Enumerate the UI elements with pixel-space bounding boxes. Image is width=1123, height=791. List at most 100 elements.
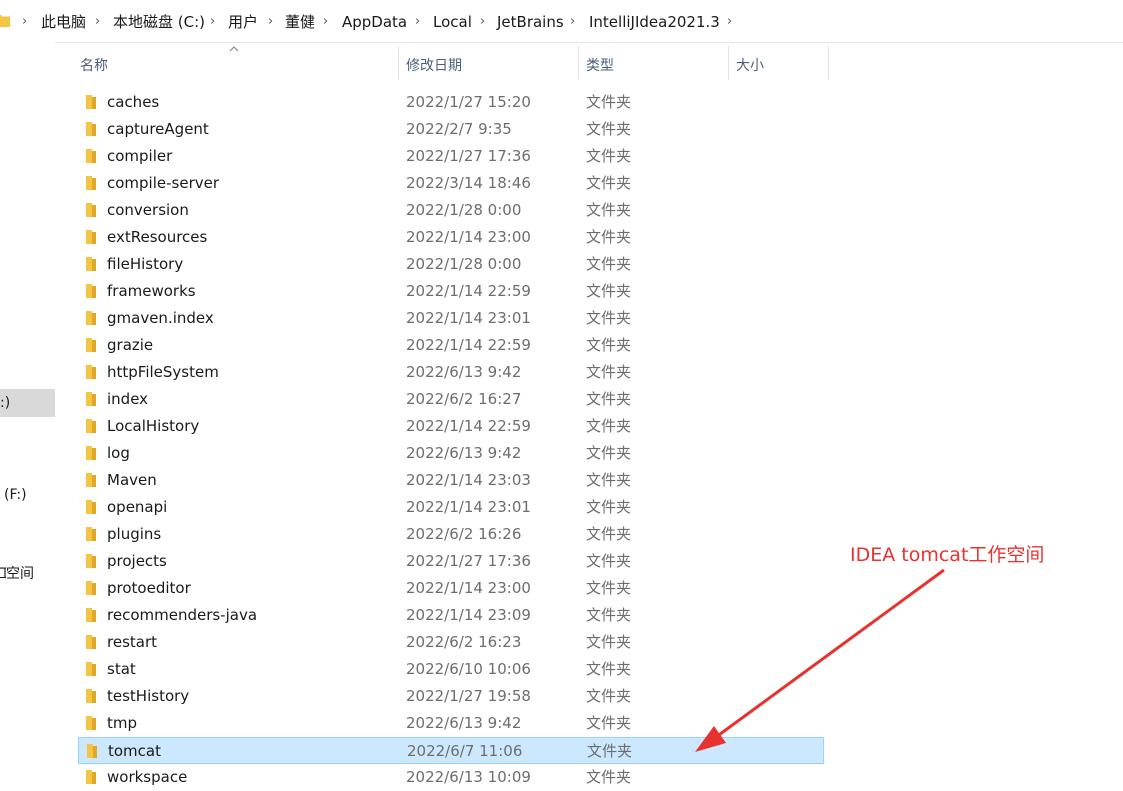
file-row[interactable]: recommenders-java 2022/1/14 23:09 文件夹	[78, 602, 824, 629]
file-modified-date: 2022/1/14 23:00	[406, 579, 531, 597]
file-row[interactable]: caches 2022/1/27 15:20 文件夹	[78, 89, 824, 116]
file-row[interactable]: gmaven.index 2022/1/14 23:01 文件夹	[78, 305, 824, 332]
file-type: 文件夹	[586, 255, 632, 273]
chevron-right-icon[interactable]: ›	[22, 12, 27, 32]
file-type: 文件夹	[586, 147, 632, 165]
file-modified-date: 2022/1/27 17:36	[406, 552, 531, 570]
breadcrumb-item[interactable]: AppData	[342, 12, 407, 32]
folder-icon	[86, 581, 96, 595]
chevron-right-icon[interactable]: ›	[95, 12, 100, 32]
file-row[interactable]: fileHistory 2022/1/28 0:00 文件夹	[78, 251, 824, 278]
file-row[interactable]: grazie 2022/1/14 22:59 文件夹	[78, 332, 824, 359]
chevron-right-icon[interactable]: ›	[268, 12, 273, 32]
file-row[interactable]: projects 2022/1/27 17:36 文件夹	[78, 548, 824, 575]
file-row[interactable]: Maven 2022/1/14 23:03 文件夹	[78, 467, 824, 494]
file-type: 文件夹	[586, 498, 632, 516]
nav-item-label: (F:)	[4, 487, 27, 503]
breadcrumb-item[interactable]: 用户	[228, 12, 258, 32]
file-row[interactable]: log 2022/6/13 9:42 文件夹	[78, 440, 824, 467]
chevron-right-icon[interactable]: ›	[323, 12, 328, 32]
file-row[interactable]: stat 2022/6/10 10:06 文件夹	[78, 656, 824, 683]
file-row[interactable]: frameworks 2022/1/14 22:59 文件夹	[78, 278, 824, 305]
file-row[interactable]: tmp 2022/6/13 9:42 文件夹	[78, 710, 824, 737]
chevron-right-icon[interactable]: ›	[727, 12, 732, 32]
breadcrumb-item[interactable]: JetBrains	[497, 12, 564, 32]
nav-item-label: 空间	[6, 566, 34, 582]
navigation-pane[interactable]: :) (F:) 工空间	[0, 42, 55, 789]
file-type: 文件夹	[586, 687, 632, 705]
file-name: projects	[107, 552, 167, 570]
file-row[interactable]: testHistory 2022/1/27 19:58 文件夹	[78, 683, 824, 710]
breadcrumb-item[interactable]: 此电脑	[41, 12, 86, 32]
file-name: workspace	[107, 768, 188, 786]
column-divider[interactable]	[398, 46, 399, 80]
file-modified-date: 2022/6/13 9:42	[406, 444, 522, 462]
file-row[interactable]: index 2022/6/2 16:27 文件夹	[78, 386, 824, 413]
column-header-size[interactable]: 大小	[736, 56, 764, 76]
file-type: 文件夹	[586, 336, 632, 354]
folder-icon	[86, 311, 96, 325]
file-modified-date: 2022/1/14 22:59	[406, 417, 531, 435]
breadcrumb-item[interactable]: 本地磁盘 (C:)	[113, 12, 205, 32]
file-name: gmaven.index	[107, 309, 214, 327]
sort-ascending-icon	[229, 44, 239, 55]
file-type: 文件夹	[586, 228, 632, 246]
folder-icon	[86, 635, 96, 649]
file-type: 文件夹	[586, 714, 632, 732]
file-row[interactable]: restart 2022/6/2 16:23 文件夹	[78, 629, 824, 656]
file-type: 文件夹	[586, 444, 632, 462]
file-row[interactable]: LocalHistory 2022/1/14 22:59 文件夹	[78, 413, 824, 440]
file-name: plugins	[107, 525, 162, 543]
file-row[interactable]: httpFileSystem 2022/6/13 9:42 文件夹	[78, 359, 824, 386]
file-row[interactable]: extResources 2022/1/14 23:00 文件夹	[78, 224, 824, 251]
file-name: index	[107, 390, 149, 408]
file-modified-date: 2022/6/7 11:06	[407, 742, 523, 760]
file-row[interactable]: tomcat 2022/6/7 11:06 文件夹	[78, 737, 824, 764]
chevron-right-icon[interactable]: ›	[210, 12, 215, 32]
file-type: 文件夹	[586, 201, 632, 219]
file-modified-date: 2022/1/27 19:58	[406, 687, 531, 705]
file-row[interactable]: plugins 2022/6/2 16:26 文件夹	[78, 521, 824, 548]
nav-item-drive-f[interactable]: (F:)	[4, 481, 27, 509]
folder-icon	[86, 149, 96, 163]
chevron-right-icon[interactable]: ›	[415, 12, 420, 32]
folder-icon	[86, 662, 96, 676]
file-modified-date: 2022/1/14 23:09	[406, 606, 531, 624]
nav-item-workspace[interactable]: 工空间	[0, 560, 34, 588]
folder-icon	[0, 15, 10, 27]
column-header-name[interactable]: 名称	[80, 56, 108, 76]
folder-icon	[86, 716, 96, 730]
file-row[interactable]: protoeditor 2022/1/14 23:00 文件夹	[78, 575, 824, 602]
breadcrumb-item[interactable]: IntelliJIdea2021.3	[589, 12, 720, 32]
folder-icon	[86, 338, 96, 352]
address-bar[interactable]: 此电脑 › 本地磁盘 (C:) › 用户 › 董健 › AppData › Local › JetBra…	[0, 0, 1123, 43]
file-modified-date: 2022/1/28 0:00	[406, 255, 522, 273]
file-name: tmp	[107, 714, 138, 732]
file-row[interactable]: compile-server 2022/3/14 18:46 文件夹	[78, 170, 824, 197]
file-row[interactable]: openapi 2022/1/14 23:01 文件夹	[78, 494, 824, 521]
folder-icon	[86, 500, 96, 514]
folder-icon	[86, 365, 96, 379]
file-name: frameworks	[107, 282, 196, 300]
column-divider[interactable]	[578, 46, 579, 80]
chevron-right-icon[interactable]: ›	[570, 12, 575, 32]
file-type: 文件夹	[587, 742, 633, 760]
breadcrumb-item[interactable]: 董健	[285, 12, 315, 32]
column-divider[interactable]	[728, 46, 729, 80]
file-name: LocalHistory	[107, 417, 200, 435]
file-name: caches	[107, 93, 160, 111]
breadcrumb-item[interactable]: Local	[433, 12, 472, 32]
column-header-type[interactable]: 类型	[586, 56, 614, 76]
column-header-modified[interactable]: 修改日期	[406, 56, 462, 76]
file-row[interactable]: compiler 2022/1/27 17:36 文件夹	[78, 143, 824, 170]
file-row[interactable]: captureAgent 2022/2/7 9:35 文件夹	[78, 116, 824, 143]
chevron-right-icon[interactable]: ›	[480, 12, 485, 32]
nav-item-label: :)	[0, 395, 11, 411]
file-type: 文件夹	[586, 579, 632, 597]
file-type: 文件夹	[586, 525, 632, 543]
file-row[interactable]: conversion 2022/1/28 0:00 文件夹	[78, 197, 824, 224]
column-divider[interactable]	[828, 46, 829, 80]
nav-item-local-disk-c[interactable]: :)	[0, 389, 55, 417]
file-row[interactable]: workspace 2022/6/13 10:09 文件夹	[78, 764, 824, 791]
folder-icon	[86, 95, 96, 109]
